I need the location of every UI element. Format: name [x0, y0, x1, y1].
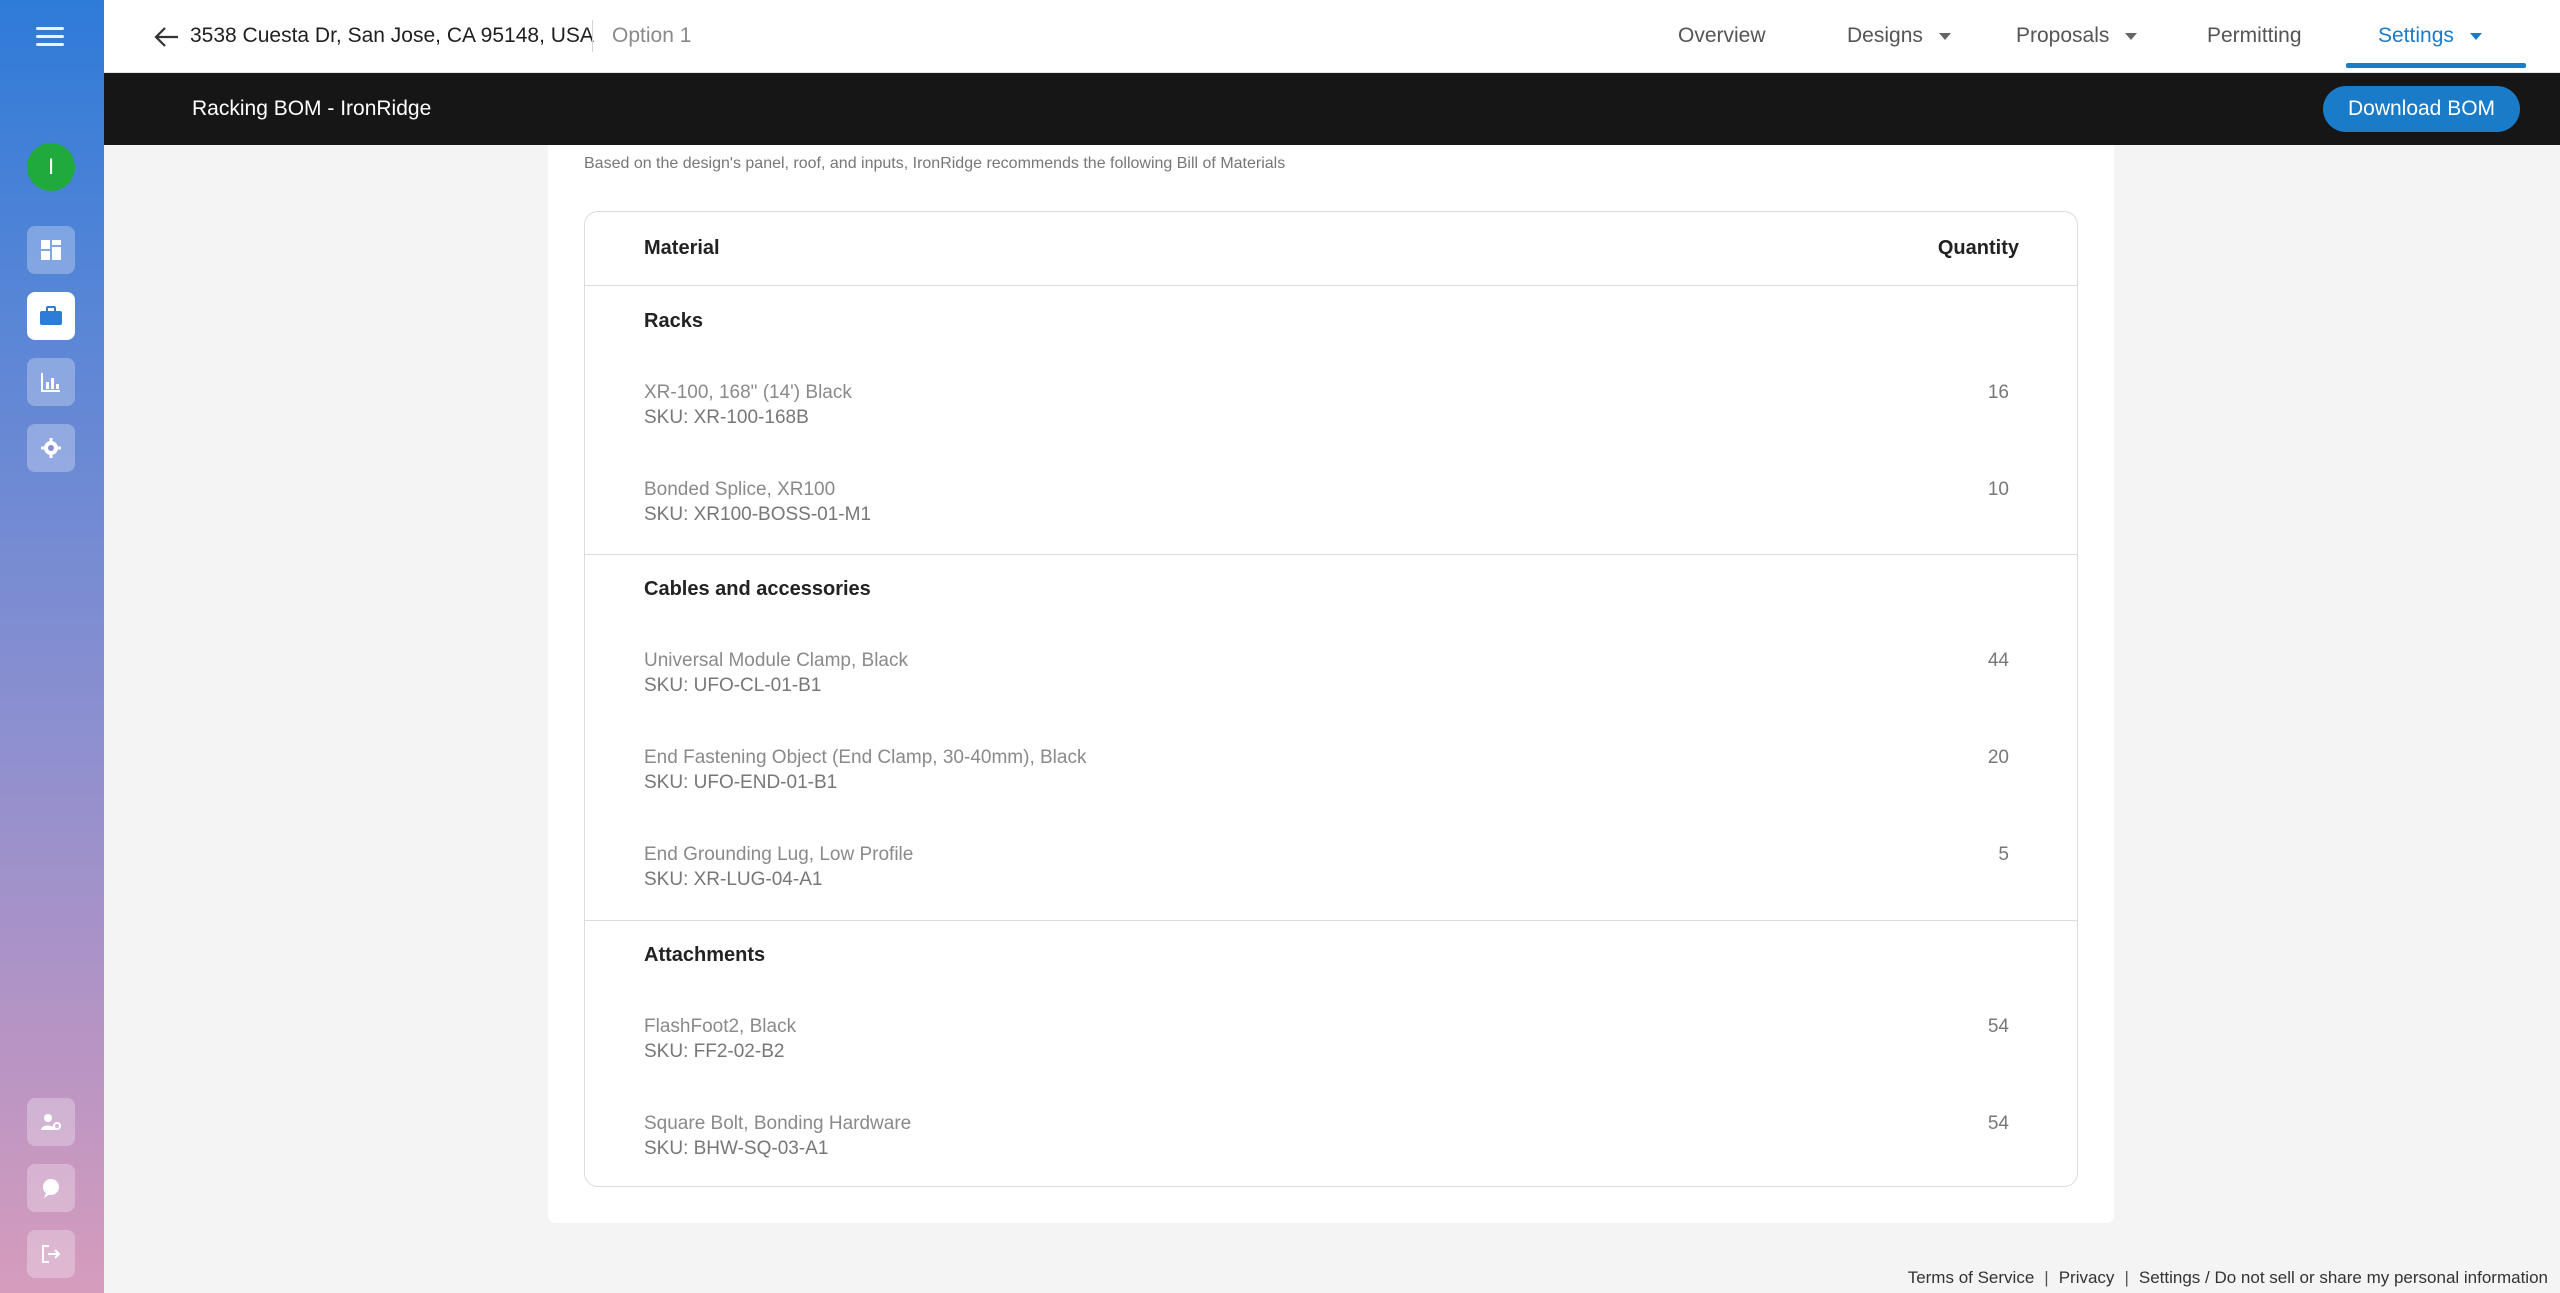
section-title: Cables and accessories [644, 578, 871, 600]
item-quantity: 54 [1987, 1113, 2009, 1134]
top-bar: 3538 Cuesta Dr, San Jose, CA 95148, USA … [104, 0, 2560, 73]
project-address: 3538 Cuesta Dr, San Jose, CA 95148, USA [190, 24, 594, 47]
privacy-link[interactable]: Privacy [2059, 1268, 2115, 1288]
item-quantity: 5 [1998, 844, 2009, 865]
section-attachments: Attachments FlashFoot2, Black SKU: FF2-0… [585, 920, 2077, 1186]
item-sku: SKU: BHW-SQ-03-A1 [644, 1138, 829, 1159]
item-sku: SKU: XR-LUG-04-A1 [644, 869, 823, 890]
tab-settings[interactable]: Settings [2378, 24, 2482, 48]
tab-proposals-label: Proposals [2016, 24, 2110, 47]
tab-designs-label: Designs [1847, 24, 1923, 47]
left-sidebar: I [0, 0, 104, 1293]
tab-settings-label: Settings [2378, 24, 2454, 47]
bom-intro-text: Based on the design's panel, roof, and i… [584, 155, 1286, 172]
chevron-down-icon [2125, 32, 2138, 40]
section-racks: Racks XR-100, 168" (14') Black SKU: XR-1… [585, 286, 2077, 554]
item-sku: SKU: XR-100-168B [644, 407, 809, 428]
column-header-material: Material [644, 237, 720, 259]
option-label[interactable]: Option 1 [612, 24, 691, 48]
item-name: Universal Module Clamp, Black [644, 650, 908, 671]
menu-icon[interactable] [32, 22, 68, 54]
user-settings-icon[interactable] [27, 1098, 75, 1146]
logout-icon[interactable] [27, 1230, 75, 1278]
gear-icon[interactable] [27, 424, 75, 472]
bom-table: Material Quantity Racks XR-100, 168" (14… [584, 211, 2078, 1187]
terms-link[interactable]: Terms of Service [1908, 1268, 2035, 1288]
download-bom-button[interactable]: Download BOM [2323, 86, 2520, 132]
item-name: FlashFoot2, Black [644, 1016, 797, 1037]
bom-header-bar: Racking BOM - IronRidge Download BOM [104, 73, 2560, 145]
section-cables-accessories: Cables and accessories Universal Module … [585, 554, 2077, 920]
page-title: Racking BOM - IronRidge [192, 97, 432, 120]
divider [592, 20, 593, 52]
tab-designs[interactable]: Designs [1847, 24, 1951, 48]
item-name: Bonded Splice, XR100 [644, 479, 836, 500]
item-quantity: 20 [1987, 747, 2009, 768]
privacy-settings-link[interactable]: Settings / Do not sell or share my perso… [2139, 1268, 2548, 1288]
chevron-down-icon [2469, 32, 2482, 40]
dashboard-icon[interactable] [27, 226, 75, 274]
item-quantity: 44 [1987, 650, 2009, 671]
item-name: End Fastening Object (End Clamp, 30-40mm… [644, 747, 1087, 768]
active-tab-indicator [2346, 63, 2526, 68]
bom-card: Based on the design's panel, roof, and i… [548, 145, 2114, 1223]
column-header-quantity: Quantity [1937, 237, 2019, 259]
item-sku: SKU: FF2-02-B2 [644, 1041, 785, 1062]
tab-overview-label: Overview [1678, 24, 1766, 47]
tab-permitting[interactable]: Permitting [2207, 24, 2302, 48]
item-sku: SKU: UFO-CL-01-B1 [644, 675, 822, 696]
chevron-down-icon [1938, 32, 1951, 40]
divider: | [2044, 1268, 2049, 1287]
section-title: Racks [644, 310, 703, 332]
item-name: XR-100, 168" (14') Black [644, 382, 852, 403]
briefcase-icon[interactable] [27, 292, 75, 340]
tab-proposals[interactable]: Proposals [2016, 24, 2138, 48]
tab-permitting-label: Permitting [2207, 24, 2302, 47]
table-header: Material Quantity [585, 212, 2077, 286]
tab-overview[interactable]: Overview [1678, 24, 1766, 48]
item-quantity: 10 [1987, 479, 2009, 500]
item-name: End Grounding Lug, Low Profile [644, 844, 914, 865]
chart-icon[interactable] [27, 358, 75, 406]
item-sku: SKU: XR100-BOSS-01-M1 [644, 504, 872, 525]
item-quantity: 16 [1987, 382, 2009, 403]
item-sku: SKU: UFO-END-01-B1 [644, 772, 838, 793]
section-title: Attachments [644, 944, 766, 966]
help-icon[interactable] [27, 1164, 75, 1212]
back-arrow-icon[interactable] [152, 22, 182, 52]
avatar[interactable]: I [27, 143, 75, 191]
footer: Terms of Service | Privacy | Settings / … [104, 1252, 2560, 1293]
item-name: Square Bolt, Bonding Hardware [644, 1113, 912, 1134]
item-quantity: 54 [1987, 1016, 2009, 1037]
divider: | [2124, 1268, 2129, 1287]
